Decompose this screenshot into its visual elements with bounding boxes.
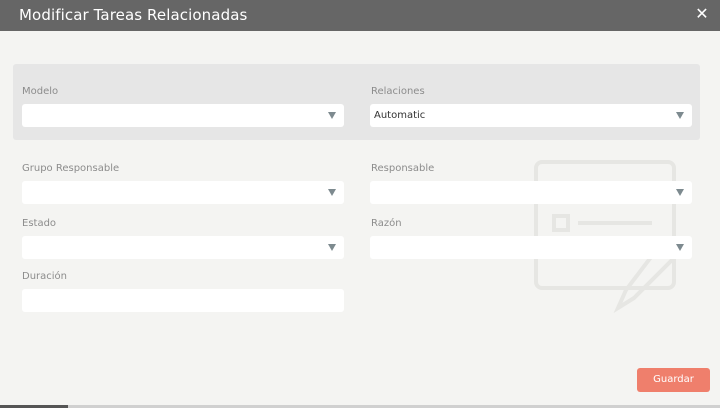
modify-related-tasks-dialog: Modificar Tareas Relacionadas ✕ Modelo R… <box>0 0 720 408</box>
responsable-select[interactable] <box>370 181 692 204</box>
chevron-down-icon <box>676 189 684 196</box>
relaciones-value: Automatic <box>374 110 426 121</box>
razon-label: Razón <box>371 218 402 229</box>
chevron-down-icon <box>328 244 336 251</box>
relaciones-label: Relaciones <box>371 86 425 97</box>
estado-label: Estado <box>22 218 57 229</box>
grupo-responsable-select[interactable] <box>22 181 344 204</box>
razon-select[interactable] <box>370 236 692 259</box>
duracion-input[interactable] <box>22 289 344 312</box>
dialog-title: Modificar Tareas Relacionadas <box>19 6 248 24</box>
relaciones-select[interactable]: Automatic <box>370 104 692 127</box>
dialog-titlebar: Modificar Tareas Relacionadas ✕ <box>0 0 720 31</box>
chevron-down-icon <box>328 189 336 196</box>
grupo-responsable-label: Grupo Responsable <box>22 163 120 174</box>
modelo-label: Modelo <box>22 86 59 97</box>
chevron-down-icon <box>676 244 684 251</box>
chevron-down-icon <box>328 112 336 119</box>
model-relations-panel <box>13 64 700 140</box>
close-icon[interactable]: ✕ <box>695 5 709 23</box>
responsable-label: Responsable <box>371 163 435 174</box>
modelo-select[interactable] <box>22 104 344 127</box>
estado-select[interactable] <box>22 236 344 259</box>
chevron-down-icon <box>676 112 684 119</box>
duracion-label: Duración <box>22 271 68 282</box>
save-button[interactable]: Guardar <box>637 368 710 392</box>
